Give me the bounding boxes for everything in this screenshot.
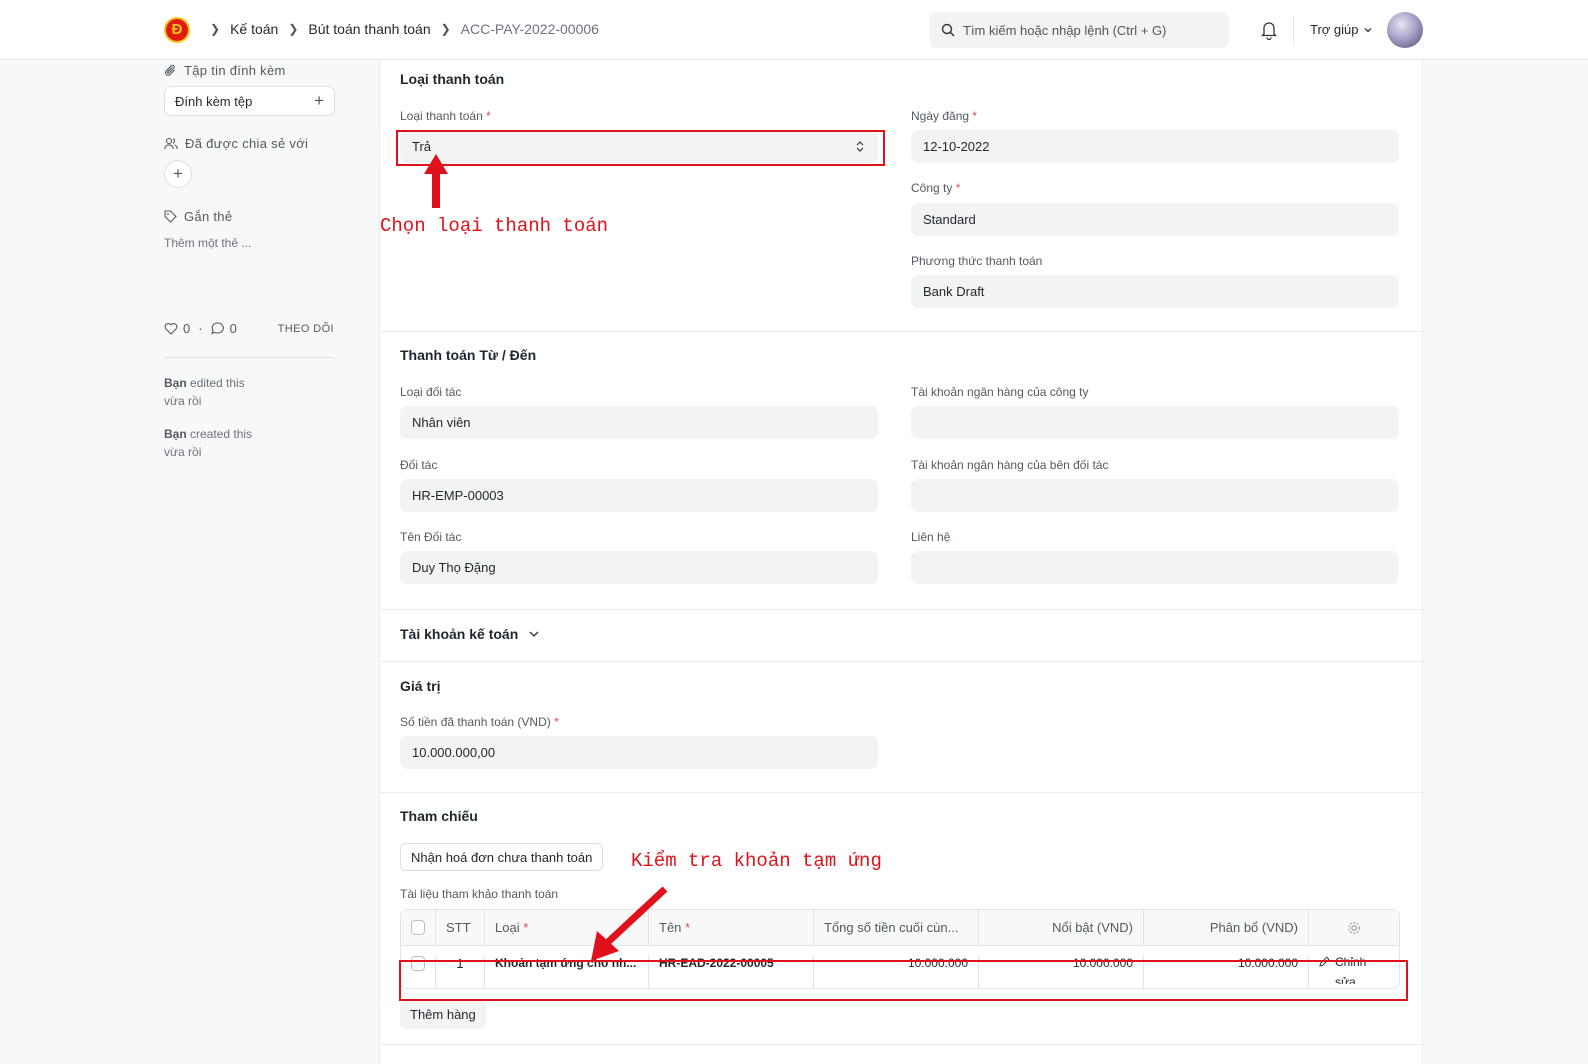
column-header-allocated: Phân bổ (VND) <box>1144 910 1309 945</box>
add-share-button[interactable]: + <box>164 160 192 188</box>
search-placeholder: Tìm kiếm hoặc nhập lệnh (Ctrl + G) <box>963 22 1167 38</box>
contact-label: Liên hệ <box>911 530 951 544</box>
table-header: STT Loại * Tên * Tổng số tiền cuối cùn..… <box>401 910 1399 946</box>
comment-icon[interactable] <box>210 322 225 335</box>
follow-button[interactable]: THEO DÕI <box>278 323 334 335</box>
annotation-check-advance: Kiểm tra khoản tạm ứng <box>631 850 882 872</box>
form-main: Loại thanh toán Loại thanh toán * Trả Ng… <box>379 60 1424 1064</box>
add-row-button[interactable]: Thêm hàng <box>400 1001 486 1029</box>
contact-input[interactable] <box>911 551 1399 584</box>
column-header-name: Tên * <box>649 910 814 945</box>
chevron-down-icon <box>529 631 539 637</box>
shared-label: Đã được chia sẻ với <box>185 136 309 151</box>
party-type-input[interactable]: Nhân viên <box>400 406 878 439</box>
select-all-checkbox[interactable] <box>411 920 425 935</box>
breadcrumb-current-doc: ACC-PAY-2022-00006 <box>460 21 599 37</box>
activity-action: edited this <box>190 376 245 390</box>
shared-header: Đã được chia sẻ với <box>164 136 308 151</box>
like-count: 0 <box>183 321 191 336</box>
section-title: Loại thanh toán <box>400 71 505 87</box>
search-icon <box>941 23 955 37</box>
party-bank-label: Tài khoản ngân hàng của bên đối tác <box>911 458 1109 472</box>
annotation-choose-type: Chọn loại thanh toán <box>380 215 609 237</box>
activity-time: vừa rồi <box>164 445 202 459</box>
company-bank-label: Tài khoản ngân hàng của công ty <box>911 385 1089 399</box>
app-logo[interactable]: Đ <box>164 17 190 43</box>
annotation-highlight-payment-type <box>396 130 885 166</box>
party-name-input[interactable]: Duy Thọ Đặng <box>400 551 878 584</box>
comment-count: 0 <box>229 321 237 336</box>
user-avatar[interactable] <box>1387 12 1423 48</box>
attach-file-label: Đính kèm tệp <box>175 93 253 109</box>
chevron-down-icon <box>1364 27 1371 32</box>
references-table-label: Tài liệu tham khảo thanh toán <box>400 887 559 901</box>
attachments-header: Tập tin đính kèm <box>164 63 286 78</box>
chevron-right-icon: ❯ <box>210 22 221 36</box>
payment-type-label: Loại thanh toán * <box>400 109 491 123</box>
column-header-grand-total: Tổng số tiền cuối cùn... <box>814 910 979 945</box>
select-all-cell <box>401 910 436 945</box>
search-input[interactable]: Tìm kiếm hoặc nhập lệnh (Ctrl + G) <box>929 12 1229 48</box>
company-label: Công ty * <box>911 181 961 195</box>
paid-amount-label: Số tiền đã thanh toán (VND) * <box>400 715 559 729</box>
breadcrumb-accounting[interactable]: Kế toán <box>230 21 278 37</box>
help-label: Trợ giúp <box>1310 22 1359 37</box>
column-settings-cell <box>1309 910 1399 945</box>
mode-of-payment-label: Phương thức thanh toán <box>911 254 1043 268</box>
activity-item: Bạn edited this vừa rồi <box>164 374 245 410</box>
tags-header: Gắn thẻ <box>164 209 232 224</box>
annotation-highlight-reference-row <box>399 960 1408 1001</box>
activity-action: created this <box>190 427 253 441</box>
chevron-right-icon: ❯ <box>440 22 451 36</box>
breadcrumb-payment-entry[interactable]: Bút toán thanh toán <box>308 21 430 37</box>
paid-amount-input[interactable]: 10.000.000,00 <box>400 736 878 769</box>
annotation-arrow-down-left-icon <box>591 886 668 961</box>
top-navbar: Đ ❯ Kế toán ❯ Bút toán thanh toán ❯ ACC-… <box>0 0 1588 60</box>
sidebar-divider <box>164 357 334 358</box>
company-input[interactable]: Standard <box>911 203 1399 236</box>
doc-stats: 0 · 0 THEO DÕI <box>164 321 334 336</box>
party-name-label: Tên Đối tác <box>400 530 462 544</box>
activity-item: Bạn created this vừa rồi <box>164 425 252 461</box>
section-title: Thanh toán Từ / Đến <box>400 347 537 363</box>
section-accounts[interactable]: Tài khoản kế toán <box>380 610 1424 662</box>
section-title[interactable]: Tài khoản kế toán <box>400 626 540 642</box>
tags-label: Gắn thẻ <box>184 209 233 224</box>
stats-separator: · <box>198 321 203 336</box>
party-type-label: Loại đối tác <box>400 385 462 399</box>
posting-date-label: Ngày đăng * <box>911 109 978 123</box>
party-label: Đối tác <box>400 458 438 472</box>
help-dropdown[interactable]: Trợ giúp <box>1310 22 1373 37</box>
attach-file-button[interactable]: Đính kèm tệp + <box>164 86 335 116</box>
party-bank-input[interactable] <box>911 479 1399 512</box>
breadcrumb: ❯ Kế toán ❯ Bút toán thanh toán ❯ ACC-PA… <box>200 21 599 37</box>
gear-icon[interactable] <box>1347 921 1361 935</box>
mode-of-payment-input[interactable]: Bank Draft <box>911 275 1399 308</box>
paperclip-icon <box>165 64 175 76</box>
add-tag-link[interactable]: Thêm một thẻ ... <box>164 236 251 250</box>
users-icon <box>164 137 178 150</box>
notification-bell-icon[interactable] <box>1260 20 1278 40</box>
heart-icon[interactable] <box>164 322 178 335</box>
navbar-divider <box>1293 16 1294 44</box>
section-payment-type: Loại thanh toán Loại thanh toán * Trả Ng… <box>380 60 1424 332</box>
activity-time: vừa rồi <box>164 394 202 408</box>
chevron-right-icon: ❯ <box>288 22 299 36</box>
section-title: Giá trị <box>400 678 441 694</box>
section-title: Tham chiếu <box>400 808 478 824</box>
activity-user: Bạn <box>164 376 187 390</box>
section-party: Thanh toán Từ / Đến Loại đối tác Nhân vi… <box>380 332 1424 610</box>
section-amount: Giá trị Số tiền đã thanh toán (VND) * 10… <box>380 662 1424 793</box>
plus-icon: + <box>314 91 324 110</box>
company-bank-input[interactable] <box>911 406 1399 439</box>
activity-user: Bạn <box>164 427 187 441</box>
column-header-outstanding: Nổi bật (VND) <box>979 910 1144 945</box>
tag-icon <box>164 210 177 223</box>
column-header-idx: STT <box>436 910 485 945</box>
posting-date-input[interactable]: 12-10-2022 <box>911 130 1399 163</box>
attachments-label: Tập tin đính kèm <box>184 63 286 78</box>
annotation-arrow-up-icon <box>424 154 448 208</box>
party-input[interactable]: HR-EMP-00003 <box>400 479 878 512</box>
get-outstanding-invoices-button[interactable]: Nhận hoá đơn chưa thanh toán <box>400 843 604 871</box>
